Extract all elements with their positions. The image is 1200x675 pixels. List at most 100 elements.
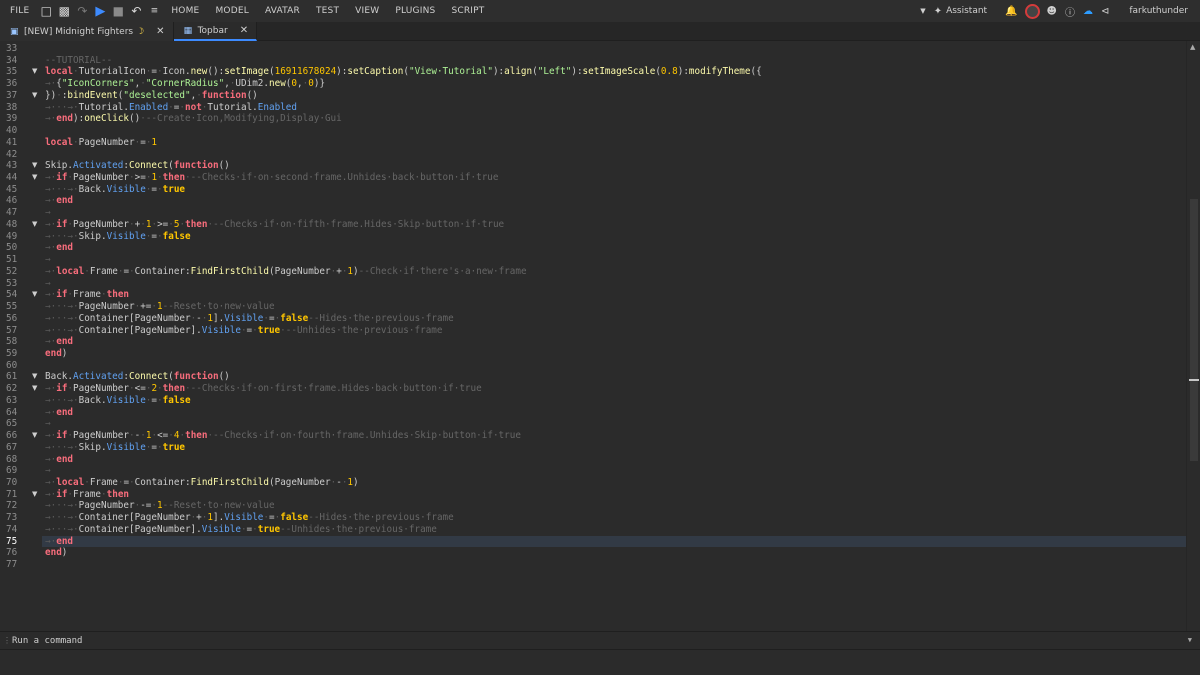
fold-chevron-icon[interactable]: ▼ [32,90,37,102]
code-line[interactable]: →·if·PageNumber·+·1·>=·5·then·--Checks·i… [42,219,1186,231]
vertical-scrollbar[interactable]: ▲ [1186,41,1200,631]
code-line[interactable]: →···→·Container[PageNumber].Visible·=·tr… [42,325,1186,337]
code-line[interactable] [42,559,1186,571]
code-token: PageNumber [73,430,130,442]
more-icon[interactable]: ≡ [145,6,163,16]
help-icon[interactable]: ⓘ [1065,4,1075,19]
code-line[interactable]: →·{"IconCorners",·"CornerRadius",·UDim2.… [42,78,1186,90]
menu-file[interactable]: FILE [0,6,37,16]
fold-chevron-icon[interactable]: ▼ [32,371,37,383]
new-file-icon[interactable]: □ [37,4,55,18]
code-line[interactable]: →·end [42,535,1186,548]
code-area[interactable]: --TUTORIAL-- local·TutorialIcon·=·Icon.ne… [42,41,1186,631]
menu-avatar[interactable]: AVATAR [257,6,308,16]
undo-icon[interactable]: ↶ [127,4,145,18]
save-icon[interactable]: ▩ [55,4,73,18]
code-token: ]. [213,312,225,324]
menu-test[interactable]: TEST [308,6,347,16]
code-line[interactable]: →·end):oneClick()·--Create·Icon,Modifyin… [42,113,1186,125]
chevron-down-icon[interactable]: ▼ [1188,636,1192,644]
menu-model[interactable]: MODEL [207,6,256,16]
fold-chevron-icon[interactable]: ▼ [32,489,37,501]
fold-chevron-icon[interactable]: ▼ [32,219,37,231]
command-bar[interactable]: ⋮ Run a command ▼ [0,631,1200,650]
code-line[interactable]: →·if·Frame·then [42,489,1186,501]
code-line[interactable]: →···→·Skip.Visible·=·false [42,231,1186,243]
code-line[interactable]: → [42,207,1186,219]
code-token: FindFirstChild [190,477,270,488]
code-line[interactable]: → [42,278,1186,290]
code-line[interactable]: local·TutorialIcon·=·Icon.new():setImage… [42,66,1186,78]
code-line[interactable]: → [42,465,1186,477]
code-line[interactable]: →···→·PageNumber·-=·1--Reset·to·new·valu… [42,500,1186,512]
share-icon[interactable]: ⊲ [1101,6,1109,17]
code-line[interactable]: end) [42,547,1186,559]
play-icon[interactable]: ▶ [91,4,109,19]
scroll-up-icon[interactable]: ▲ [1190,43,1195,51]
code-line[interactable]: local·PageNumber·=·1 [42,137,1186,149]
code-line[interactable]: →·if·Frame·then [42,289,1186,301]
notification-bell-icon[interactable]: 🔔 [1005,6,1017,17]
stop-icon[interactable]: ■ [109,4,127,18]
code-line[interactable]: →·end [42,242,1186,254]
code-line[interactable]: →·end [42,195,1186,207]
code-line[interactable]: → [42,418,1186,430]
command-input[interactable]: Run a command [12,636,82,646]
code-line[interactable]: →·if·PageNumber·>=·1·then·--Checks·if·on… [42,172,1186,184]
close-icon[interactable]: ✕ [156,26,164,37]
code-line[interactable] [42,125,1186,137]
code-line[interactable] [42,43,1186,55]
code-line[interactable]: end) [42,348,1186,360]
avatar[interactable] [1024,3,1040,19]
code-line[interactable] [42,149,1186,161]
fold-chevron-icon[interactable]: ▼ [32,160,37,172]
code-line[interactable]: --TUTORIAL-- [42,55,1186,67]
code-token: function [201,89,247,101]
code-line[interactable]: →···→·Back.Visible·=·true [42,184,1186,196]
code-line[interactable]: →·local·Frame·=·Container:FindFirstChild… [42,266,1186,278]
code-line[interactable]: →·end [42,336,1186,348]
code-line[interactable] [42,360,1186,372]
sparkle-icon[interactable]: ✦ [934,6,942,17]
code-token: Container[PageNumber]. [78,324,202,336]
tab-topbar[interactable]: ▦ Topbar ✕ [173,22,258,41]
menu-home[interactable]: HOME [163,6,207,16]
tab-place[interactable]: ▣ [NEW] Midnight Fighters ☽ ✕ [0,22,174,41]
menu-view[interactable]: VIEW [347,6,387,16]
code-line[interactable]: →·local·Frame·=·Container:FindFirstChild… [42,477,1186,489]
assistant-button[interactable]: Assistant [946,6,987,16]
fold-chevron-icon[interactable]: ▼ [32,66,37,78]
close-icon[interactable]: ✕ [240,25,248,36]
code-line[interactable]: →···→·Container[PageNumber·-·1].Visible·… [42,313,1186,325]
code-line[interactable]: →···→·PageNumber·+=·1--Reset·to·new·valu… [42,301,1186,313]
chevron-down-icon[interactable]: ▼ [920,7,925,15]
add-friend-icon[interactable]: ☻ [1047,6,1057,17]
code-line[interactable]: →···→·Skip.Visible·=·true [42,442,1186,454]
script-editor[interactable]: 33 34 35 ▼ 36 37 ▼ 38 39 40 41 42 43 ▼ 44 ▼ 45 46 47 48 ▼ 49 5… [0,41,1200,631]
fold-chevron-icon[interactable]: ▼ [32,289,37,301]
code-line[interactable]: })·:bindEvent("deselected",·function() [42,90,1186,102]
fold-chevron-icon[interactable]: ▼ [32,172,37,184]
code-line[interactable]: →·if·PageNumber·<=·2·then·--Checks·if·on… [42,383,1186,395]
menu-plugins[interactable]: PLUGINS [387,6,443,16]
code-line[interactable]: →·end [42,454,1186,466]
line-number: 36 [6,78,18,90]
fold-chevron-icon[interactable]: ▼ [32,383,37,395]
fold-chevron-icon[interactable]: ▼ [32,430,37,442]
code-line[interactable]: → [42,254,1186,266]
code-line[interactable]: →···→·Back.Visible·=·false [42,395,1186,407]
code-token: end [56,453,74,465]
code-line[interactable]: Skip.Activated:Connect(function() [42,160,1186,172]
menu-script[interactable]: SCRIPT [443,6,492,16]
scrollbar-thumb[interactable] [1190,199,1198,461]
code-line[interactable]: →···→·Tutorial.Enabled·=·not·Tutorial.En… [42,102,1186,114]
cloud-icon[interactable]: ☁ [1083,6,1093,17]
code-line[interactable]: →···→·Container[PageNumber].Visible·=·tr… [42,524,1186,536]
code-token: FindFirstChild [190,265,270,277]
username[interactable]: farkuthunder [1129,6,1188,16]
code-line[interactable]: →·end [42,407,1186,419]
code-line[interactable]: →·if·PageNumber·-·1·<=·4·then·--Checks·i… [42,430,1186,442]
redo-icon[interactable]: ↷ [73,4,91,18]
code-line[interactable]: Back.Activated:Connect(function() [42,371,1186,383]
code-line[interactable]: →···→·Container[PageNumber·+·1].Visible·… [42,512,1186,524]
